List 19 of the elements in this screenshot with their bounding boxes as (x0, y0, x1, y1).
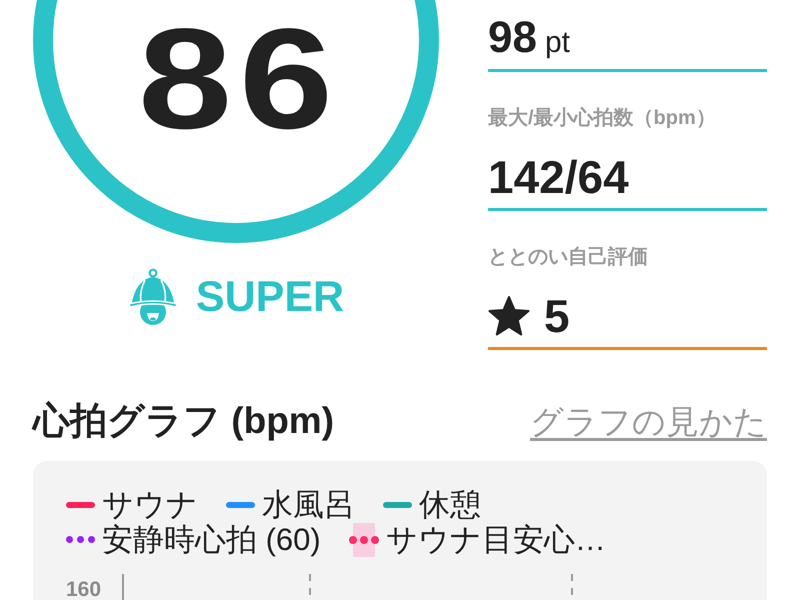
star-icon (488, 296, 530, 336)
stat-value: 142/64 (488, 150, 629, 204)
stat-unit: pt (544, 25, 570, 61)
stat-value: 5 (544, 289, 570, 343)
legend-label: 水風呂 (262, 487, 355, 522)
y-axis (122, 574, 124, 600)
legend-label: 休憩 (419, 487, 481, 522)
stat-value: 98 (488, 12, 537, 64)
stat-label: 最大/最小心拍数（bpm） (488, 106, 717, 130)
section-title: 心拍グラフ (bpm) (33, 399, 334, 443)
legend-label: サウナ目安心… (386, 522, 606, 557)
stat-label: ととのい自己評価 (488, 245, 649, 269)
sauna-hat-icon (128, 268, 178, 326)
legend-label: 安静時心拍 (60) (102, 522, 321, 557)
y-tick-label: 160 (66, 577, 102, 600)
graph-help-link[interactable]: グラフの見かた (530, 399, 767, 445)
rank-label: SUPER (196, 276, 344, 318)
score-value: 86 (138, 8, 340, 151)
legend-label: サウナ (102, 487, 198, 522)
